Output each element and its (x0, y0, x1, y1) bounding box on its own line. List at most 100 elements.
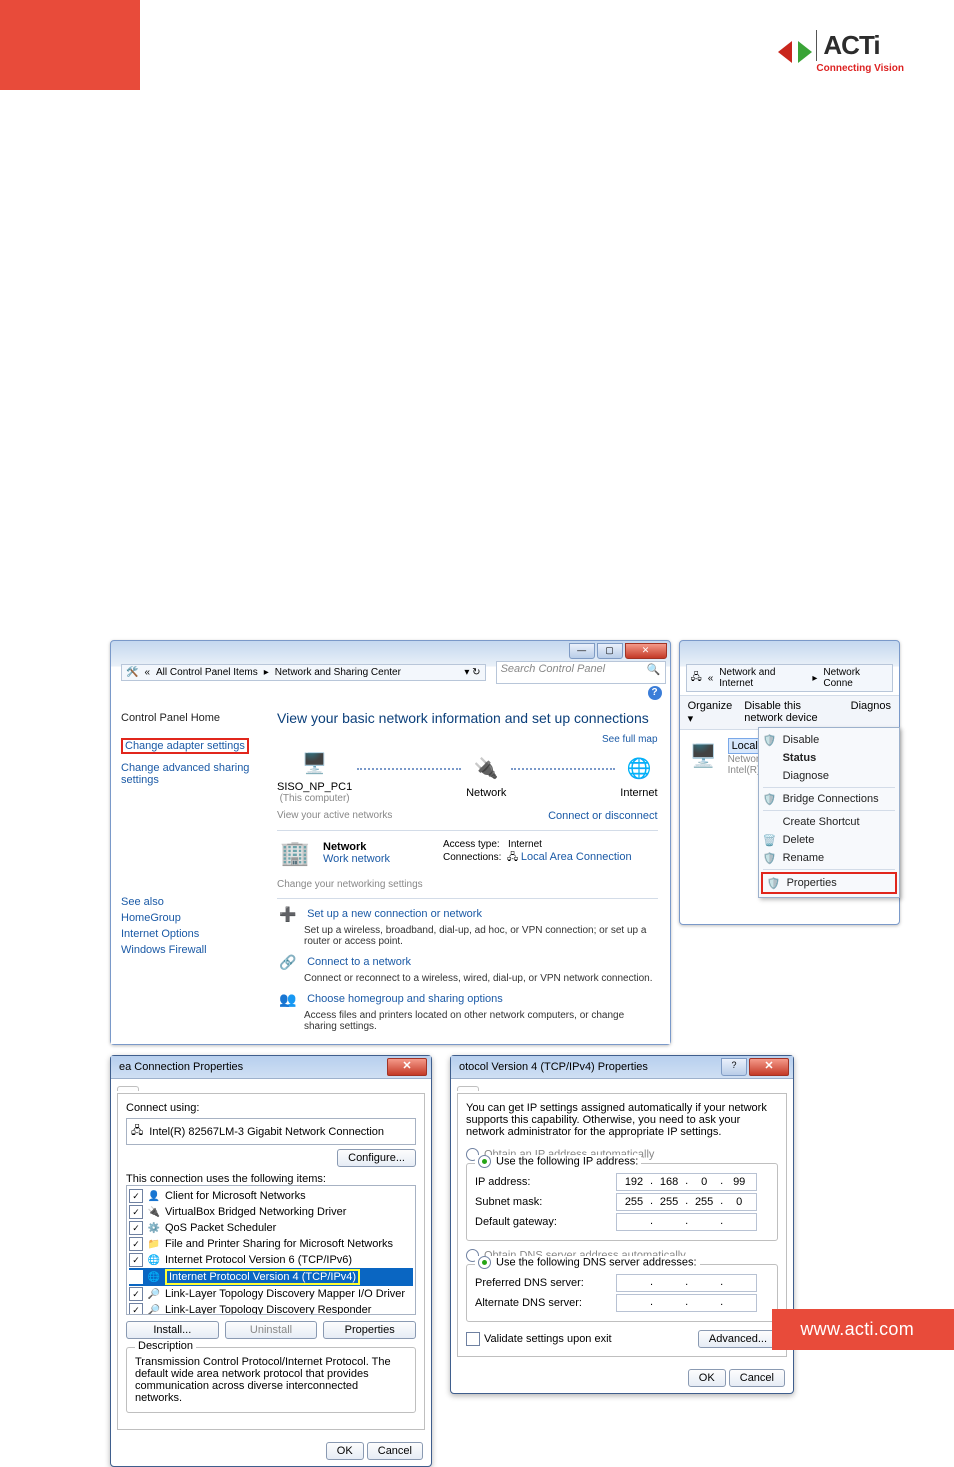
dialog-title: ea Connection Properties (119, 1061, 243, 1073)
control-panel-home-link[interactable]: Control Panel Home (121, 712, 271, 724)
tab-networking[interactable] (117, 1086, 139, 1091)
checkbox[interactable]: ✓ (129, 1287, 143, 1301)
ok-button[interactable]: OK (326, 1442, 364, 1460)
delete-icon: 🗑️ (763, 834, 777, 847)
checkbox[interactable]: ✓ (129, 1221, 143, 1235)
ipv4-intro-text: You can get IP settings assigned automat… (466, 1102, 778, 1138)
ctx-status[interactable]: Status (759, 749, 899, 767)
radio-use-dns[interactable] (478, 1256, 491, 1269)
list-item[interactable]: QoS Packet Scheduler (165, 1222, 276, 1234)
change-advanced-sharing-link[interactable]: Change advanced sharing settings (121, 762, 271, 786)
help-button[interactable]: ? (721, 1058, 747, 1076)
preferred-dns-input[interactable]: ... (616, 1274, 757, 1292)
connect-using-label: Connect using: (126, 1102, 416, 1114)
preferred-dns-label: Preferred DNS server: (475, 1273, 615, 1293)
list-item-ipv4[interactable]: Internet Protocol Version 4 (TCP/IPv4) (165, 1269, 360, 1285)
description-text: Transmission Control Protocol/Internet P… (135, 1356, 407, 1404)
organize-menu[interactable]: Organize ▾ (688, 700, 733, 725)
cancel-button[interactable]: Cancel (367, 1442, 423, 1460)
context-menu: 🛡️Disable Status Diagnose 🛡️Bridge Conne… (758, 727, 900, 898)
address-bar[interactable]: 🖧« Network and Internet▸ Network Conne (686, 664, 893, 692)
breadcrumb-item[interactable]: Network Conne (823, 667, 888, 689)
checkbox[interactable]: ✓ (129, 1253, 143, 1267)
cancel-button[interactable]: Cancel (729, 1369, 785, 1387)
window-network-sharing-center: — ▢ ✕ 🛠️ « All Control Panel Items ▸ Net… (110, 640, 671, 1045)
properties-button[interactable]: Properties (323, 1321, 416, 1339)
ip-address-input[interactable]: ... (616, 1173, 757, 1191)
see-also-internet-options[interactable]: Internet Options (121, 928, 271, 940)
disable-device-button[interactable]: Disable this network device (744, 700, 838, 725)
change-adapter-settings-link[interactable]: Change adapter settings (121, 738, 249, 754)
help-icon[interactable]: ? (648, 686, 662, 700)
see-also-homegroup[interactable]: HomeGroup (121, 912, 271, 924)
pc-name: SISO_NP_PC1 (277, 781, 352, 793)
use-ip-label: Use the following IP address: (496, 1155, 638, 1167)
driver-icon: 🔌 (147, 1205, 161, 1219)
checkbox[interactable]: ✓ (129, 1303, 143, 1315)
homegroup-sharing-link[interactable]: Choose homegroup and sharing options (307, 993, 503, 1005)
connections-label: Connections: (443, 852, 501, 863)
checkbox[interactable]: ✓ (129, 1270, 143, 1284)
ctx-disable[interactable]: 🛡️Disable (759, 731, 899, 749)
connect-disconnect-link[interactable]: Connect or disconnect (548, 810, 657, 822)
tab-general[interactable] (457, 1086, 479, 1091)
advanced-button[interactable]: Advanced... (698, 1330, 778, 1348)
breadcrumb-item[interactable]: Network and Internet (719, 667, 806, 689)
list-item[interactable]: Internet Protocol Version 6 (TCP/IPv6) (165, 1254, 352, 1266)
ctx-shortcut[interactable]: Create Shortcut (759, 813, 899, 831)
close-button[interactable]: ✕ (387, 1058, 427, 1076)
gateway-input[interactable]: ... (616, 1213, 757, 1231)
install-button[interactable]: Install... (126, 1321, 219, 1339)
checkbox[interactable]: ✓ (129, 1205, 143, 1219)
list-item[interactable]: Link-Layer Topology Discovery Responder (165, 1304, 371, 1315)
diagnose-button[interactable]: Diagnos (851, 700, 891, 725)
list-item[interactable]: VirtualBox Bridged Networking Driver (165, 1206, 346, 1218)
homegroup-sharing-desc: Access files and printers located on oth… (304, 1010, 658, 1032)
search-input[interactable]: Search Control Panel 🔍 (496, 661, 666, 684)
setup-connection-link[interactable]: Set up a new connection or network (307, 908, 482, 920)
list-item[interactable]: Client for Microsoft Networks (165, 1190, 306, 1202)
ok-button[interactable]: OK (688, 1369, 726, 1387)
brand-logo: ACTi Connecting Vision (778, 30, 904, 74)
radio-use-ip[interactable] (478, 1155, 491, 1168)
see-also-windows-firewall[interactable]: Windows Firewall (121, 944, 271, 956)
connection-items-list[interactable]: ✓👤Client for Microsoft Networks ✓🔌Virtua… (126, 1185, 416, 1315)
ip-address-label: IP address: (475, 1172, 615, 1192)
configure-button[interactable]: Configure... (337, 1149, 416, 1167)
network-type-link[interactable]: Work network (323, 853, 390, 865)
alternate-dns-input[interactable]: ... (616, 1294, 757, 1312)
footer-url: www.acti.com (772, 1309, 954, 1350)
local-area-connection-link[interactable]: Local Area Connection (521, 851, 632, 863)
list-item[interactable]: Link-Layer Topology Discovery Mapper I/O… (165, 1288, 405, 1300)
ctx-bridge[interactable]: 🛡️Bridge Connections (759, 790, 899, 808)
access-type-value: Internet (508, 839, 542, 850)
list-item[interactable]: File and Printer Sharing for Microsoft N… (165, 1238, 393, 1250)
access-type-label: Access type: (443, 839, 500, 850)
protocol-icon: 🌐 (147, 1253, 161, 1267)
network-name: Network (323, 841, 366, 853)
close-button[interactable]: ✕ (625, 643, 667, 659)
shield-icon: 🛡️ (763, 734, 777, 747)
connect-network-link[interactable]: Connect to a network (307, 956, 411, 968)
ctx-properties[interactable]: 🛡️Properties (761, 872, 897, 894)
ctx-rename[interactable]: 🛡️Rename (759, 849, 899, 867)
network-icon: 🔌 (468, 751, 504, 787)
checkbox[interactable]: ✓ (129, 1189, 143, 1203)
dialog-lac-properties: ea Connection Properties ✕ Connect using… (110, 1055, 432, 1467)
ctx-delete: 🗑️Delete (759, 831, 899, 849)
computer-icon: 🖥️ (297, 745, 333, 781)
see-full-map-link[interactable]: See full map (602, 734, 658, 745)
checkbox[interactable]: ✓ (129, 1237, 143, 1251)
minimize-button[interactable]: — (569, 643, 595, 659)
subnet-mask-input[interactable]: ... (616, 1193, 757, 1211)
ctx-diagnose[interactable]: Diagnose (759, 767, 899, 785)
close-button[interactable]: ✕ (749, 1058, 789, 1076)
shield-icon: 🛡️ (763, 852, 777, 865)
network-icon: 🏢 (277, 835, 313, 871)
address-bar[interactable]: 🛠️ « All Control Panel Items ▸ Network a… (121, 664, 486, 681)
breadcrumb-item[interactable]: All Control Panel Items (156, 667, 258, 678)
breadcrumb-item[interactable]: Network and Sharing Center (275, 667, 401, 678)
validate-checkbox[interactable] (466, 1332, 480, 1346)
maximize-button[interactable]: ▢ (597, 643, 623, 659)
search-placeholder: Search Control Panel (501, 663, 606, 675)
